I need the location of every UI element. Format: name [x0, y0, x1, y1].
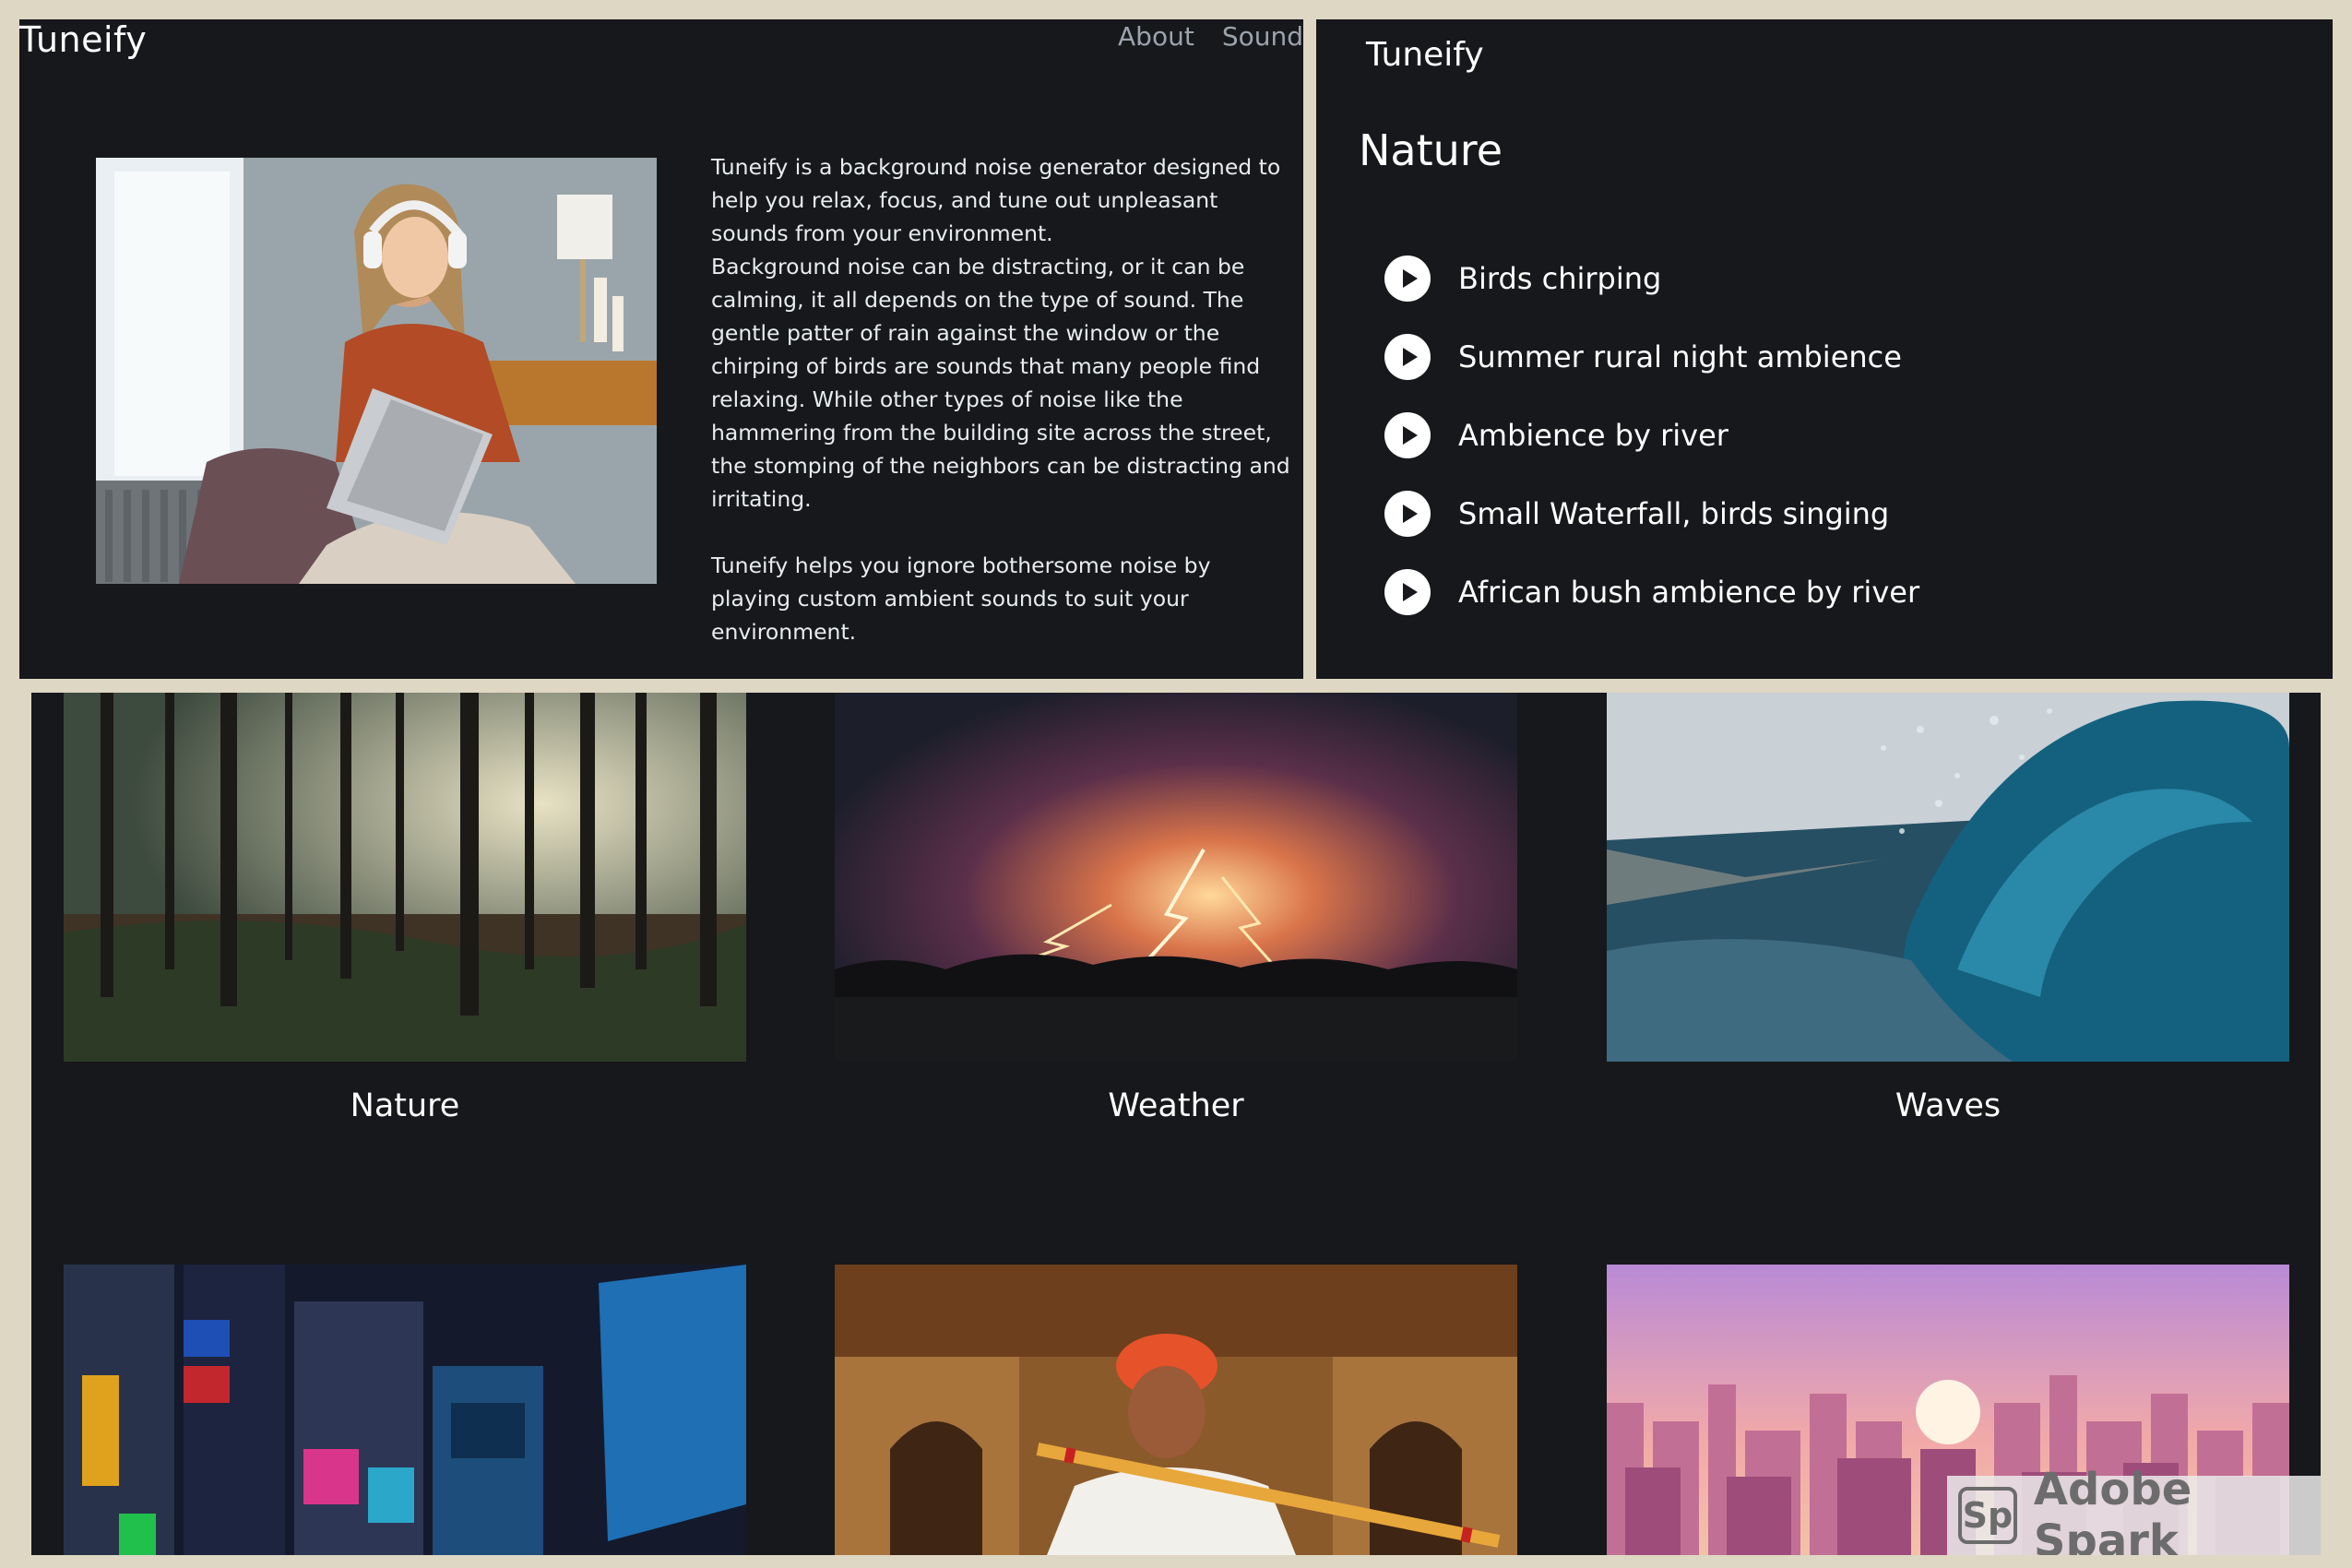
adobe-spark-logo-icon: Sp — [1958, 1487, 2017, 1544]
sound-item[interactable]: Ambience by river — [1384, 396, 1919, 474]
brand-logo[interactable]: Tuneify — [19, 19, 147, 60]
ocean-wave-photo — [1607, 693, 2289, 1062]
sound-item[interactable]: Birds chirping — [1384, 239, 1919, 317]
sound-label: Small Waterfall, birds singing — [1458, 495, 1890, 531]
sound-item[interactable]: African bush ambience by river — [1384, 552, 1919, 631]
watermark-text: Adobe Spark — [2033, 1464, 2192, 1555]
lightning-photo — [835, 693, 1517, 1062]
sound-label: African bush ambience by river — [1458, 574, 1920, 610]
sound-item[interactable]: Small Waterfall, birds singing — [1384, 474, 1919, 552]
category-card-waves[interactable]: Waves — [1607, 693, 2289, 1124]
sound-label: Summer rural night ambience — [1458, 339, 1902, 374]
play-icon[interactable] — [1384, 411, 1431, 458]
sound-list: Birds chirping Summer rural night ambien… — [1384, 239, 1919, 631]
category-gallery-panel: Nature Weather Waves Sp Adobe Spark — [31, 693, 2321, 1555]
sounds-page-panel: Tuneify Nature Birds chirping Summer rur… — [1316, 19, 2333, 679]
top-nav: About Sound — [1118, 21, 1303, 52]
nav-sound-link[interactable]: Sound — [1222, 21, 1303, 52]
times-square-photo — [64, 1265, 746, 1555]
category-card-nature[interactable]: Nature — [64, 693, 746, 1124]
nav-about-link[interactable]: About — [1118, 21, 1194, 52]
category-title: Nature — [1359, 125, 1503, 175]
about-paragraph-1: Tuneify is a background noise generator … — [711, 154, 1281, 246]
category-card-city[interactable] — [64, 1265, 746, 1555]
forest-photo — [64, 693, 746, 1062]
category-card-label: Waves — [1895, 1087, 2002, 1124]
woman-with-headphones-photo — [96, 158, 657, 584]
about-paragraph-2: Background noise can be distracting, or … — [711, 254, 1290, 512]
sound-label: Birds chirping — [1458, 260, 1662, 296]
play-icon[interactable] — [1384, 568, 1431, 615]
play-icon[interactable] — [1384, 490, 1431, 537]
category-card-world[interactable] — [835, 1265, 1517, 1555]
play-icon[interactable] — [1384, 333, 1431, 380]
category-card-weather[interactable]: Weather — [835, 693, 1517, 1124]
about-page-panel: Tuneify About Sound Tuneify is a backgro… — [19, 19, 1303, 679]
category-card-label: Nature — [350, 1087, 460, 1124]
brand-logo[interactable]: Tuneify — [1366, 36, 1484, 74]
about-paragraph-3: Tuneify helps you ignore bothersome nois… — [711, 552, 1211, 645]
flute-player-photo — [835, 1265, 1517, 1555]
play-icon[interactable] — [1384, 255, 1431, 302]
sound-label: Ambience by river — [1458, 417, 1728, 453]
adobe-spark-watermark: Sp Adobe Spark — [1947, 1464, 2321, 1555]
category-card-label: Weather — [1108, 1087, 1244, 1124]
sound-item[interactable]: Summer rural night ambience — [1384, 317, 1919, 396]
about-description: Tuneify is a background noise generator … — [711, 150, 1292, 648]
